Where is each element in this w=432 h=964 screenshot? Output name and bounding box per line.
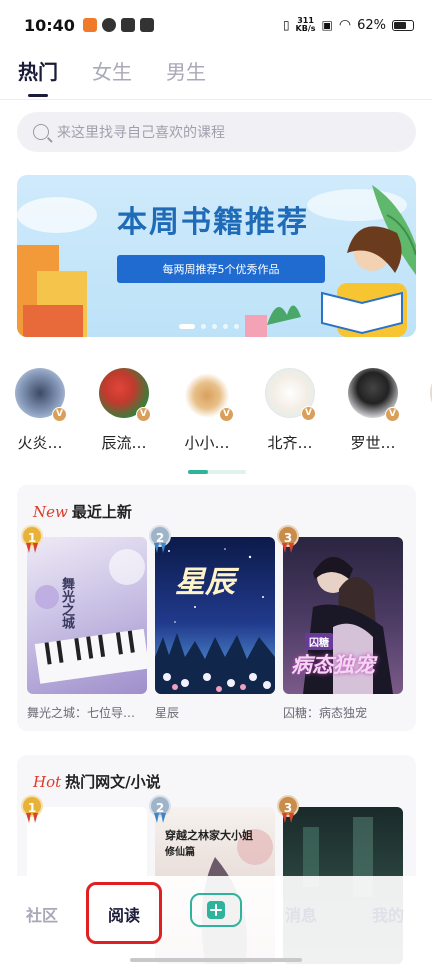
net-speed: 311 KB/s bbox=[296, 17, 316, 33]
author-item[interactable]: V 小小… bbox=[172, 368, 242, 453]
status-bar: 10:40 ▯ 311 KB/s ▣ ◠ 62% bbox=[0, 0, 432, 50]
nav-community[interactable]: 社区 bbox=[26, 902, 58, 926]
author-name: 罗世… bbox=[350, 434, 396, 452]
section-title: 热门网文/小说 bbox=[65, 773, 161, 791]
cover-title: 病态独宠 bbox=[291, 653, 375, 677]
tab-divider bbox=[0, 99, 432, 100]
book-title: 囚糖：病态独宠 bbox=[283, 706, 368, 720]
highlight-box bbox=[86, 882, 162, 944]
battery-icon bbox=[392, 19, 414, 31]
section-new-releases: New 最近上新 1 舞光之城 舞光之城：七位导… 2 星辰 星辰 3 囚糖 病… bbox=[17, 485, 416, 731]
app-notification-icon bbox=[101, 18, 116, 32]
banner-title: 本周书籍推荐 bbox=[117, 205, 309, 240]
book-card[interactable]: 2 星辰 星辰 bbox=[149, 525, 275, 721]
cover-title: 舞光之城 bbox=[59, 577, 74, 629]
vibrate-icon: ▯ bbox=[282, 18, 290, 32]
create-button[interactable] bbox=[190, 893, 242, 927]
author-name: 小小… bbox=[184, 434, 230, 452]
promo-banner[interactable]: 本周书籍推荐 每两周推荐5个优秀作品 bbox=[17, 175, 416, 337]
author-item[interactable] bbox=[420, 368, 432, 418]
section-header: New 最近上新 bbox=[33, 501, 132, 522]
pagination-dot bbox=[234, 324, 239, 329]
section-header: Hot 热门网文/小说 bbox=[33, 771, 161, 792]
cover-title: 星辰 bbox=[175, 565, 235, 600]
author-name: 火炎… bbox=[17, 434, 63, 452]
status-time: 10:40 bbox=[24, 15, 75, 35]
pagination-dot bbox=[223, 324, 228, 329]
search-icon bbox=[33, 124, 49, 140]
book-title: 舞光之城：七位导… bbox=[27, 706, 136, 720]
play-icon bbox=[139, 18, 154, 32]
pagination-dot bbox=[201, 324, 206, 329]
avatar: V bbox=[182, 368, 234, 422]
author-item[interactable]: V 火炎… bbox=[5, 368, 75, 453]
battery-percent: 62% bbox=[357, 17, 386, 33]
medal-ribbon-icon bbox=[282, 543, 294, 553]
author-scroll-indicator bbox=[188, 470, 246, 474]
cover-subtitle: 修仙篇 bbox=[165, 847, 195, 858]
author-name: 北齐… bbox=[267, 434, 313, 452]
medal-ribbon-icon bbox=[154, 543, 166, 553]
plus-icon bbox=[207, 901, 225, 919]
verified-badge: V bbox=[52, 407, 67, 422]
medal-ribbon-icon bbox=[282, 813, 294, 823]
nav-messages[interactable]: 消息 bbox=[285, 902, 317, 926]
author-item[interactable]: V 辰流… bbox=[89, 368, 159, 453]
pagination-dot bbox=[212, 324, 217, 329]
app-notification-icon bbox=[82, 18, 97, 32]
cover-tag: 囚糖 bbox=[305, 633, 333, 650]
avatar: V bbox=[265, 368, 316, 421]
banner-pagination bbox=[179, 324, 239, 329]
section-tag: Hot bbox=[33, 773, 62, 791]
avatar: V bbox=[99, 368, 151, 422]
medal-ribbon-icon bbox=[26, 813, 38, 823]
verified-badge: V bbox=[301, 406, 316, 421]
net-speed-unit: KB/s bbox=[295, 24, 316, 33]
tab-male[interactable]: 男生 bbox=[166, 56, 206, 93]
search-input[interactable]: 来这里找寻自己喜欢的课程 bbox=[17, 112, 416, 152]
author-name: 辰流… bbox=[101, 434, 147, 452]
cover-art bbox=[34, 549, 147, 684]
avatar: V bbox=[348, 368, 400, 422]
bottom-nav: 社区 阅读 消息 我的 bbox=[0, 876, 432, 964]
rank-medal: 2 bbox=[149, 525, 173, 557]
book-cover: 舞光之城 bbox=[27, 537, 147, 694]
sim-icon: ▣ bbox=[321, 18, 333, 32]
wifi-icon: ◠ bbox=[338, 17, 352, 33]
rank-medal: 3 bbox=[277, 525, 301, 557]
author-carousel[interactable]: V 火炎… V 辰流… V 小小… V 北齐… V 罗世… bbox=[0, 368, 432, 468]
tab-female[interactable]: 女生 bbox=[92, 56, 132, 93]
author-item[interactable]: V 罗世… bbox=[338, 368, 408, 453]
verified-badge: V bbox=[385, 407, 400, 422]
search-placeholder: 来这里找寻自己喜欢的课程 bbox=[57, 125, 225, 141]
rank-medal: 1 bbox=[21, 795, 45, 827]
medal-ribbon-icon bbox=[154, 813, 166, 823]
rank-medal: 2 bbox=[149, 795, 173, 827]
medal-ribbon-icon bbox=[26, 543, 38, 553]
mail-icon bbox=[120, 18, 135, 32]
home-indicator[interactable] bbox=[130, 958, 302, 962]
top-tabs: 热门 女生 男生 bbox=[18, 56, 206, 97]
nav-profile[interactable]: 我的 bbox=[372, 902, 404, 926]
section-title: 最近上新 bbox=[71, 503, 132, 521]
author-item[interactable]: V 北齐… bbox=[255, 368, 325, 453]
verified-badge: V bbox=[219, 407, 234, 422]
verified-badge: V bbox=[136, 407, 151, 422]
rank-medal: 1 bbox=[21, 525, 45, 557]
rank-medal: 3 bbox=[277, 795, 301, 827]
section-tag: New bbox=[33, 503, 68, 521]
book-card[interactable]: 3 囚糖 病态独宠 囚糖：病态独宠 bbox=[277, 525, 403, 721]
book-cover: 星辰 bbox=[155, 537, 275, 694]
book-cover: 囚糖 病态独宠 bbox=[283, 537, 403, 694]
tab-hot[interactable]: 热门 bbox=[18, 56, 58, 97]
avatar: V bbox=[15, 368, 67, 422]
book-title: 星辰 bbox=[155, 706, 180, 720]
cover-title: 穿越之林家大小姐 bbox=[165, 829, 253, 842]
status-app-icons bbox=[82, 18, 154, 32]
book-card[interactable]: 1 舞光之城 舞光之城：七位导… bbox=[21, 525, 147, 721]
pagination-dot bbox=[179, 324, 195, 329]
banner-subtitle: 每两周推荐5个优秀作品 bbox=[109, 255, 333, 285]
